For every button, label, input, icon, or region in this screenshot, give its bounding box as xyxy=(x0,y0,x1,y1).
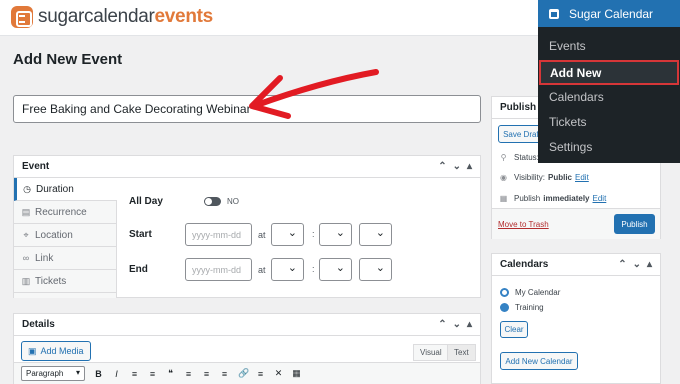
radio-selected-icon xyxy=(500,303,509,312)
align-center-icon[interactable]: ≡ xyxy=(202,369,211,379)
collapse-icon[interactable]: ▴ xyxy=(467,319,472,330)
collapse-icon[interactable]: ▴ xyxy=(467,161,472,172)
tab-recurrence[interactable]: ▤ Recurrence xyxy=(14,201,116,224)
bullet-list-icon[interactable]: ≡ xyxy=(130,369,139,379)
pin-icon: ⌖ xyxy=(23,229,29,240)
editor-toolbar: Paragraph B I ≡ ≡ ❝ ≡ ≡ ≡ 🔗 ≡ ✕ ▦ xyxy=(14,362,480,384)
brand: sugarcalendarevents xyxy=(11,6,213,28)
tab-visual[interactable]: Visual xyxy=(413,344,449,361)
recurrence-icon: ▤ xyxy=(21,206,31,217)
visibility-line: ◉ Visibility: Public Edit xyxy=(500,173,589,182)
brand-name: sugarcalendarevents xyxy=(38,6,213,27)
sugar-calendar-logo-icon xyxy=(11,6,33,28)
calendar-icon xyxy=(549,8,559,19)
calendar-option-my-calendar[interactable]: My Calendar xyxy=(500,288,560,297)
add-media-button[interactable]: ▣ Add Media xyxy=(21,341,91,361)
calendars-metabox: Calendars ⌃ ⌄ ▴ My Calendar Training Cle… xyxy=(491,253,661,384)
move-down-icon[interactable]: ⌄ xyxy=(453,319,461,330)
media-icon: ▣ xyxy=(28,345,37,356)
align-left-icon[interactable]: ≡ xyxy=(184,369,193,379)
start-colon: : xyxy=(312,229,315,239)
tab-link[interactable]: ∞ Link xyxy=(14,247,116,270)
move-up-icon[interactable]: ⌃ xyxy=(618,259,626,270)
start-at-label: at xyxy=(258,230,266,240)
add-new-calendar-button[interactable]: Add New Calendar xyxy=(500,352,578,370)
paragraph-format-select[interactable]: Paragraph xyxy=(21,366,85,381)
move-down-icon[interactable]: ⌄ xyxy=(453,161,461,172)
bold-icon[interactable]: B xyxy=(94,369,103,379)
all-day-toggle-text: NO xyxy=(227,197,239,206)
move-up-icon[interactable]: ⌃ xyxy=(438,161,446,172)
fullscreen-icon[interactable]: ✕ xyxy=(274,368,283,379)
end-ampm-select[interactable] xyxy=(359,258,392,281)
status-line: ⚲ Status: xyxy=(500,153,539,162)
admin-menu-flyout: Sugar Calendar Events Add New Calendars … xyxy=(538,0,680,163)
event-metabox-title: Event xyxy=(22,161,50,172)
radio-icon xyxy=(500,288,509,297)
admin-menu-header[interactable]: Sugar Calendar xyxy=(538,0,680,27)
tab-tickets[interactable]: ▥ Tickets xyxy=(14,270,116,293)
edit-publish-date-link[interactable]: Edit xyxy=(593,194,607,203)
admin-menu-events[interactable]: Events xyxy=(549,39,586,53)
admin-menu-add-new[interactable]: Add New xyxy=(539,60,679,85)
event-metabox-header: Event ⌃ ⌄ ▴ xyxy=(14,156,480,178)
page-title: Add New Event xyxy=(13,51,123,68)
end-at-label: at xyxy=(258,265,266,275)
clock-icon: ◷ xyxy=(23,183,31,194)
pin-icon: ⚲ xyxy=(500,153,507,162)
admin-menu-settings[interactable]: Settings xyxy=(549,140,592,154)
details-metabox-title: Details xyxy=(22,319,55,330)
calendar-icon: ▦ xyxy=(499,194,508,203)
eye-icon: ◉ xyxy=(500,173,507,182)
start-hour-select[interactable] xyxy=(271,223,304,246)
publish-actions: Move to Trash Publish xyxy=(492,208,660,239)
event-metabox: Event ⌃ ⌄ ▴ ◷ Duration ▤ Recurrence ⌖ Locat… xyxy=(13,155,481,298)
ticket-icon: ▥ xyxy=(21,275,31,286)
calendars-metabox-header: Calendars ⌃ ⌄ ▴ xyxy=(492,254,660,276)
clear-button[interactable]: Clear xyxy=(500,321,528,338)
end-minute-select[interactable] xyxy=(319,258,352,281)
end-date-input[interactable] xyxy=(185,258,252,281)
tab-duration[interactable]: ◷ Duration xyxy=(14,178,117,201)
toolbar-toggle-icon[interactable]: ▦ xyxy=(292,368,301,379)
calendar-option-training[interactable]: Training xyxy=(500,303,544,312)
publish-button[interactable]: Publish xyxy=(614,214,655,234)
link-icon[interactable]: 🔗 xyxy=(238,368,249,379)
details-metabox-header: Details ⌃ ⌄ ▴ xyxy=(14,314,480,336)
numbered-list-icon[interactable]: ≡ xyxy=(148,369,157,379)
italic-icon[interactable]: I xyxy=(112,369,121,379)
move-down-icon[interactable]: ⌄ xyxy=(633,259,641,270)
end-colon: : xyxy=(312,264,315,274)
publish-date-line: ▦ Publish immediately Edit xyxy=(499,194,607,203)
edit-visibility-link[interactable]: Edit xyxy=(575,173,589,182)
calendars-metabox-title: Calendars xyxy=(500,259,549,270)
collapse-icon[interactable]: ▴ xyxy=(647,259,652,270)
align-right-icon[interactable]: ≡ xyxy=(220,369,229,379)
end-hour-select[interactable] xyxy=(271,258,304,281)
blockquote-icon[interactable]: ❝ xyxy=(166,368,175,379)
link-icon: ∞ xyxy=(22,253,30,263)
end-label: End xyxy=(129,264,148,275)
tab-location[interactable]: ⌖ Location xyxy=(14,224,116,247)
red-arrow-annotation-icon xyxy=(249,69,379,119)
publish-metabox-title: Publish xyxy=(500,102,537,113)
move-up-icon[interactable]: ⌃ xyxy=(438,319,446,330)
read-more-icon[interactable]: ≡ xyxy=(256,369,265,379)
all-day-label: All Day xyxy=(129,196,163,207)
start-date-input[interactable] xyxy=(185,223,252,246)
event-tabs: ◷ Duration ▤ Recurrence ⌖ Location ∞ Link ▥ T… xyxy=(14,178,117,298)
start-label: Start xyxy=(129,229,152,240)
admin-menu-calendars[interactable]: Calendars xyxy=(549,90,604,104)
start-ampm-select[interactable] xyxy=(359,223,392,246)
start-minute-select[interactable] xyxy=(319,223,352,246)
tab-text[interactable]: Text xyxy=(447,344,476,361)
admin-menu-tickets[interactable]: Tickets xyxy=(549,115,587,129)
all-day-toggle[interactable] xyxy=(204,197,221,206)
details-metabox: Details ⌃ ⌄ ▴ ▣ Add Media Visual Text Par… xyxy=(13,313,481,384)
move-to-trash-link[interactable]: Move to Trash xyxy=(498,220,549,229)
